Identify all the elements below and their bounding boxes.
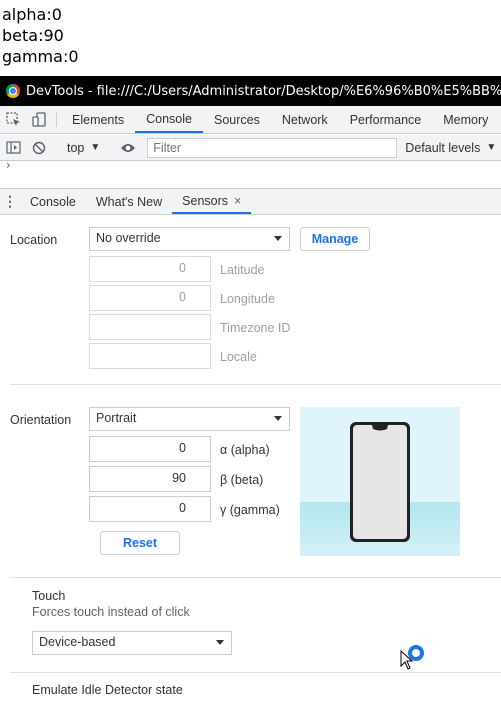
dropdown-caret-icon [216, 640, 224, 645]
sidebar-toggle-icon[interactable] [0, 141, 26, 154]
log-levels-label: Default levels [405, 140, 481, 155]
reset-button[interactable]: Reset [100, 531, 180, 555]
alpha-output: alpha:0 [2, 5, 62, 24]
orientation-select-value: Portrait [96, 411, 137, 425]
dropdown-caret-icon [274, 236, 282, 241]
divider [56, 112, 57, 127]
tab-sources[interactable]: Sources [203, 106, 271, 133]
context-selector[interactable]: top ▼ [61, 141, 106, 155]
locale-label: Locale [220, 350, 257, 364]
chevron-down-icon: ▼ [486, 142, 497, 153]
timezone-input[interactable] [89, 314, 211, 340]
manage-button[interactable]: Manage [300, 227, 370, 251]
orientation-select[interactable]: Portrait [89, 407, 290, 431]
tab-performance[interactable]: Performance [339, 106, 433, 133]
close-icon[interactable]: × [234, 194, 241, 208]
chevron-down-icon: ▼ [90, 142, 101, 153]
context-label: top [67, 140, 85, 155]
orientation-label: Orientation [10, 413, 72, 427]
live-expression-eye-icon[interactable] [115, 142, 141, 154]
location-label: Location [10, 233, 58, 247]
alpha-label: α (alpha) [220, 443, 270, 457]
gamma-input[interactable]: 0 [89, 496, 211, 522]
section-divider [10, 577, 501, 578]
alpha-input[interactable]: 0 [89, 436, 211, 462]
console-prompt-icon: › [6, 158, 11, 172]
touch-select[interactable]: Device-based [32, 631, 232, 655]
drawer-tab-sensors[interactable]: Sensors × [172, 189, 252, 214]
section-divider [10, 672, 501, 673]
filter-input[interactable]: Filter [147, 137, 398, 158]
console-toolbar: top ▼ Filter Default levels ▼ [0, 135, 501, 161]
tab-console[interactable]: Console [135, 106, 203, 133]
log-levels-dropdown[interactable]: Default levels ▼ [405, 141, 496, 155]
location-select-value: No override [96, 231, 161, 245]
phone-model-icon [350, 422, 410, 542]
latitude-label: Latitude [220, 263, 265, 277]
more-tools-icon[interactable]: ⋮ [0, 189, 20, 214]
locale-input[interactable] [89, 343, 211, 369]
section-divider [10, 384, 501, 385]
gamma-label: γ (gamma) [220, 503, 280, 517]
device-toolbar-icon[interactable] [26, 106, 52, 133]
main-tabbar: Elements Console Sources Network Perform… [0, 106, 501, 134]
mouse-cursor-icon [400, 650, 414, 670]
location-select[interactable]: No override [89, 227, 290, 251]
drawer-tab-whats-new[interactable]: What's New [86, 189, 172, 214]
gamma-output: gamma:0 [2, 47, 79, 66]
beta-output: beta:90 [2, 26, 64, 45]
chrome-logo-icon [6, 84, 20, 98]
longitude-input[interactable]: 0 [89, 285, 211, 311]
touch-description: Forces touch instead of click [32, 605, 190, 619]
idle-detector-title: Emulate Idle Detector state [32, 683, 183, 697]
tab-network[interactable]: Network [271, 106, 339, 133]
window-titlebar: DevTools - file:///C:/Users/Administrato… [0, 76, 501, 106]
longitude-label: Longitude [220, 292, 275, 306]
touch-select-value: Device-based [39, 635, 116, 649]
clear-console-icon[interactable] [26, 141, 52, 155]
console-output[interactable]: › [0, 158, 501, 188]
inspect-element-icon[interactable] [0, 106, 26, 133]
beta-label: β (beta) [220, 473, 264, 487]
drawer-tab-console[interactable]: Console [20, 189, 86, 214]
latitude-input[interactable]: 0 [89, 256, 211, 282]
orientation-preview[interactable] [300, 407, 460, 556]
window-title: DevTools - file:///C:/Users/Administrato… [26, 83, 501, 99]
timezone-label: Timezone ID [220, 321, 291, 335]
touch-title: Touch [32, 589, 66, 603]
beta-input[interactable]: 90 [89, 466, 211, 492]
dropdown-caret-icon [274, 416, 282, 421]
tab-memory[interactable]: Memory [432, 106, 499, 133]
sensors-panel: Location No override Manage 0 Latitude 0… [0, 216, 501, 701]
drawer-tab-sensors-label: Sensors [182, 193, 229, 208]
page-output: alpha:0 beta:90 gamma:0 [2, 4, 79, 67]
tab-elements[interactable]: Elements [61, 106, 135, 133]
drawer-tabbar: ⋮ Console What's New Sensors × [0, 188, 501, 215]
